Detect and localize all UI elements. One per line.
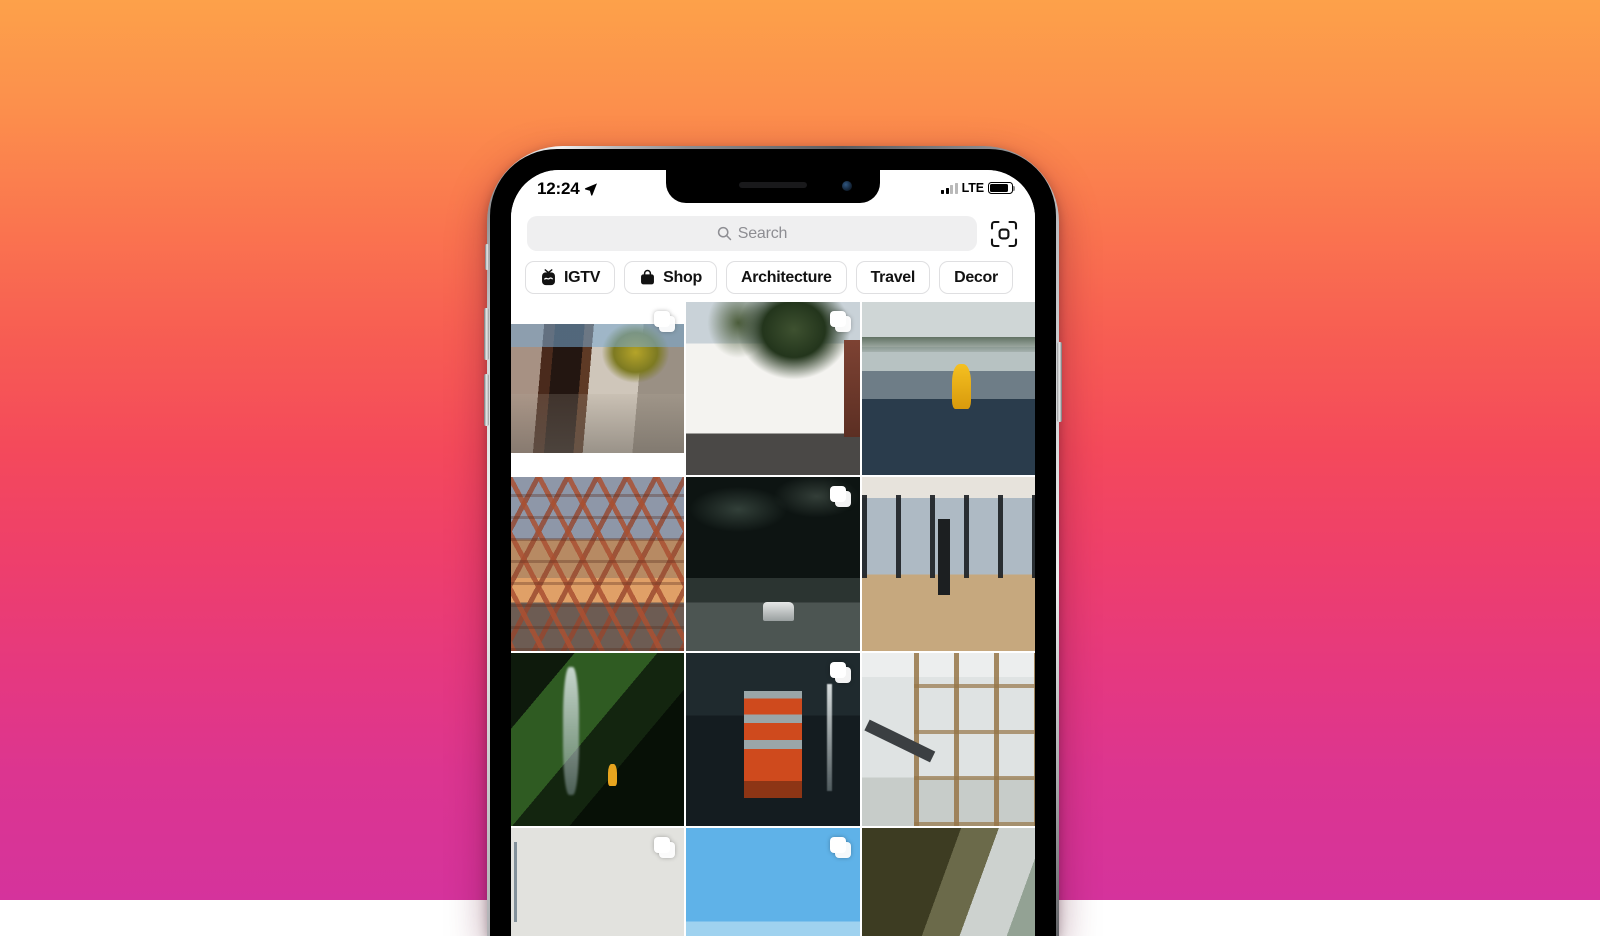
phone-screen: 12:24 LTE Sea (511, 170, 1035, 936)
post-thumbnail (511, 477, 684, 650)
search-icon (717, 226, 732, 241)
post-thumbnail (862, 302, 1035, 475)
grid-post-lake-boat-yellow-coat[interactable] (862, 302, 1035, 475)
volume-up-button[interactable] (484, 308, 489, 360)
chip-decor[interactable]: Decor (939, 261, 1013, 294)
chip-label: Decor (954, 269, 998, 287)
power-button[interactable] (1057, 342, 1062, 422)
post-thumbnail (511, 653, 684, 826)
carousel-stack-icon (654, 837, 675, 858)
chip-travel[interactable]: Travel (856, 261, 930, 294)
carousel-stack-icon (830, 837, 851, 858)
carousel-stack-icon (830, 662, 851, 683)
grid-post-vessel-staircase[interactable] (511, 477, 684, 650)
grid-post-living-room-view[interactable] (862, 477, 1035, 650)
search-row: Search (511, 212, 1035, 261)
grid-post-hillside-house-entry[interactable] (511, 302, 684, 475)
chip-igtv[interactable]: IGTV (525, 261, 615, 294)
chip-shop[interactable]: Shop (624, 261, 717, 294)
grid-post-road-car-night[interactable] (686, 477, 859, 650)
search-input[interactable]: Search (527, 216, 977, 251)
location-arrow-icon (584, 182, 598, 196)
grid-post-atrium-staircase[interactable] (862, 653, 1035, 826)
earpiece-speaker-icon (739, 182, 807, 188)
grid-post-pagoda-waterfall[interactable] (686, 653, 859, 826)
grid-post-gray-wall-building[interactable] (511, 828, 684, 936)
network-type-label: LTE (962, 181, 984, 195)
status-bar-left: 12:24 (537, 179, 598, 199)
status-bar-right: LTE (941, 181, 1013, 195)
search-placeholder-text: Search (738, 225, 788, 243)
explore-photo-grid[interactable] (511, 302, 1035, 936)
post-thumbnail (862, 828, 1035, 936)
status-time: 12:24 (537, 179, 579, 199)
post-thumbnail (511, 324, 684, 453)
chip-label: Architecture (741, 269, 832, 287)
volume-down-button[interactable] (484, 374, 489, 426)
device-notch (666, 170, 880, 203)
chip-architecture[interactable]: Architecture (726, 261, 847, 294)
post-thumbnail (862, 653, 1035, 826)
shopping-bag-icon (639, 269, 656, 286)
battery-icon (988, 182, 1013, 194)
grid-post-mossy-waterfall[interactable] (511, 653, 684, 826)
front-camera-icon (842, 181, 852, 191)
post-thumbnail (862, 477, 1035, 650)
igtv-icon (540, 269, 557, 286)
chip-label: Shop (663, 269, 702, 287)
qr-scan-icon[interactable] (989, 219, 1019, 249)
grid-post-dark-green-interior[interactable] (862, 828, 1035, 936)
chip-label: Travel (871, 269, 915, 287)
silent-switch-button[interactable] (485, 244, 489, 270)
grid-post-white-gallery-tree[interactable] (686, 302, 859, 475)
chip-label: IGTV (564, 269, 600, 287)
carousel-stack-icon (654, 311, 675, 332)
category-chips-row[interactable]: IGTV Shop Architecture Travel Decor (511, 261, 1035, 302)
grid-post-blue-sky[interactable] (686, 828, 859, 936)
cellular-signal-icon (941, 183, 958, 194)
iphone-device: 12:24 LTE Sea (487, 146, 1059, 936)
carousel-stack-icon (830, 311, 851, 332)
carousel-stack-icon (830, 486, 851, 507)
